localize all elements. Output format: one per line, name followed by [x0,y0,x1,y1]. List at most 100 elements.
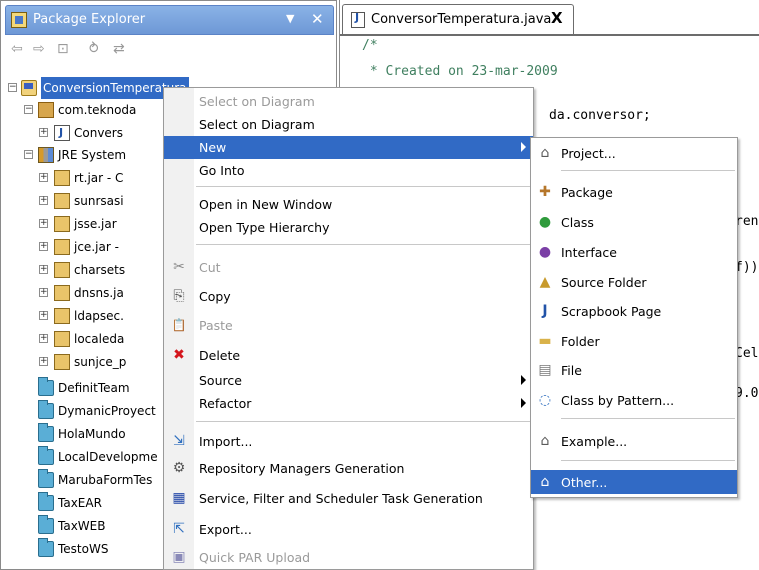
tree-item-label: HolaMundo [58,427,126,441]
folder-icon [38,492,54,511]
java-file-icon [351,11,365,28]
folder-icon [38,446,54,465]
submenu-item-label: Interface [561,245,617,260]
expand-icon[interactable]: + [39,219,48,228]
menu-item-select-on-diagram[interactable]: Select on Diagram [164,113,533,136]
menu-item-delete[interactable]: ✖ Delete [164,344,533,367]
menu-item-refactor[interactable]: Refactor [164,392,533,415]
menu-separator [561,460,735,461]
folder-icon [38,515,54,534]
code-line: 9.0 [735,386,759,401]
submenu-item-source-folder[interactable]: ▲ Source Folder [531,270,737,294]
collapse-icon[interactable]: − [24,105,33,114]
folder-icon [38,400,54,419]
submenu-item-label: Source Folder [561,275,647,290]
submenu-arrow-icon [521,142,526,152]
submenu-item-package[interactable]: ✚ Package [531,180,737,204]
submenu-item-label: Class [561,215,594,230]
expand-icon[interactable]: + [39,173,48,182]
jar-icon [54,262,70,278]
menu-item-label: Open in New Window [199,197,333,212]
link-with-editor-icon[interactable]: ⇄ [113,41,125,57]
submenu-item-label: Other... [561,475,608,490]
forward-icon[interactable]: ⇨ [33,41,45,57]
tree-item-label: jce.jar - [74,240,119,254]
submenu-item-scrapbook-page[interactable]: J Scrapbook Page [531,299,737,323]
jar-icon [54,354,70,370]
submenu-item-label: Folder [561,334,600,349]
submenu-item-label: Example... [561,434,628,449]
view-menu-icon[interactable]: ▼ [286,12,294,25]
menu-item-label: Export... [199,522,252,537]
expand-icon[interactable]: + [39,242,48,251]
tree-item-label: dnsns.ja [74,286,124,300]
jar-icon [54,193,70,209]
new-other-icon: ⌂ [540,474,550,490]
expand-icon[interactable]: + [39,196,48,205]
submenu-item-label: Class by Pattern... [561,393,675,408]
submenu-item-interface[interactable]: ● Interface [531,240,737,264]
close-icon[interactable]: ✕ [311,10,324,28]
menu-item-go-into[interactable]: Go Into [164,159,533,182]
java-file-icon [54,122,70,144]
expand-icon[interactable]: + [39,357,48,366]
tree-item-label: com.teknoda [58,103,137,117]
menu-item-import[interactable]: ⇲ Import... [164,430,533,453]
menu-item-label: Import... [199,434,253,449]
menu-item-new[interactable]: New [164,136,533,159]
menu-item-repository-managers-generation[interactable]: ⚙ Repository Managers Generation [164,457,533,480]
submenu-arrow-icon [521,398,526,408]
menu-item-quick-par-upload[interactable]: ▣ Quick PAR Upload [164,546,533,569]
par-upload-icon: ▣ [172,549,186,565]
new-class-icon: ● [538,214,552,230]
submenu-item-class[interactable]: ● Class [531,210,737,234]
export-icon: ⇱ [173,521,185,537]
collapse-icon[interactable]: − [8,83,17,92]
back-icon[interactable]: ⇦ [11,41,23,57]
menu-item-copy[interactable]: ⎘ Copy [164,285,533,308]
menu-separator [561,170,735,171]
close-icon[interactable]: X [551,9,563,27]
jar-icon [54,308,70,324]
code-line: da.conversor; [549,108,651,123]
expand-icon[interactable]: + [39,334,48,343]
code-line: ren [735,214,759,229]
submenu-item-example[interactable]: ⌂ Example... [531,429,737,453]
tree-item-label: MarubaFormTes [58,473,153,487]
submenu-item-class-by-pattern[interactable]: ◌ Class by Pattern... [531,388,737,412]
submenu-item-other[interactable]: ⌂ Other... [531,470,737,494]
menu-item-label: Cut [199,260,221,275]
menu-item-select-on-diagram-disabled[interactable]: Select on Diagram [164,90,533,113]
submenu-item-folder[interactable]: ▬ Folder [531,329,737,353]
menu-item-open-type-hierarchy[interactable]: Open Type Hierarchy [164,216,533,239]
explorer-toolbar: ⇦ ⇨ ⊡ ⥁ ⇄ [9,39,329,61]
submenu-item-label: Package [561,185,613,200]
collapse-icon[interactable]: − [24,150,33,159]
menu-item-cut[interactable]: ✂ Cut [164,256,533,279]
repository-icon: ⚙ [172,460,186,476]
menu-item-export[interactable]: ⇱ Export... [164,518,533,541]
new-file-icon: ▤ [538,362,552,378]
new-folder-icon: ▬ [538,333,552,349]
collapse-all-icon[interactable]: ⥁ [89,41,99,57]
menu-item-paste[interactable]: 📋 Paste [164,314,533,337]
expand-icon[interactable]: + [39,128,48,137]
expand-icon[interactable]: + [39,265,48,274]
menu-item-service-generation[interactable]: ▦ Service, Filter and Scheduler Task Gen… [164,487,533,510]
submenu-item-project[interactable]: ⌂ Project... [531,141,737,165]
library-icon [38,147,54,163]
expand-icon[interactable]: + [39,288,48,297]
code-line: Cel [735,346,759,361]
menu-item-source[interactable]: Source [164,369,533,392]
editor-tab[interactable]: ConversorTemperatura.java X [342,4,574,34]
folder-icon [38,538,54,557]
submenu-item-file[interactable]: ▤ File [531,358,737,382]
editor-tab-label: ConversorTemperatura.java [371,12,552,27]
up-icon[interactable]: ⊡ [57,41,69,57]
tree-item-label: Convers [74,126,123,140]
expand-icon[interactable]: + [39,311,48,320]
package-explorer-title-bar[interactable]: Package Explorer ▼ ✕ [5,5,334,35]
menu-item-open-in-new-window[interactable]: Open in New Window [164,193,533,216]
tree-item-label: charsets [74,263,126,277]
menu-item-label: Open Type Hierarchy [199,220,330,235]
